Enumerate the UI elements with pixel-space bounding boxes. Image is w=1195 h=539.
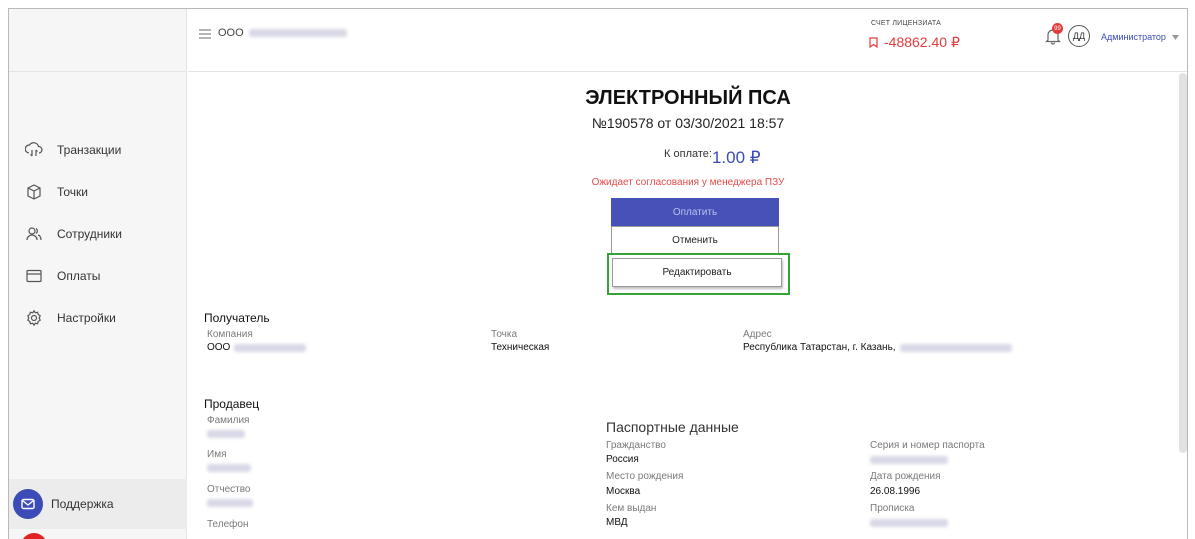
support-button[interactable]: Поддержка: [9, 479, 187, 529]
notification-badge: 99: [1052, 23, 1063, 34]
name-redacted: [207, 464, 251, 472]
sidebar: Транзакции Точки Сотрудники Оплаты Настр…: [9, 9, 187, 539]
point-label: Точка: [491, 329, 518, 340]
company-value-redacted: [234, 343, 307, 352]
user-menu[interactable]: Администратор: [1101, 32, 1179, 42]
main-content: ЭЛЕКТРОННЫЙ ПСА №190578 от 03/30/2021 18…: [188, 73, 1187, 539]
point-value: Техническая: [491, 342, 550, 353]
status-text: Ожидает согласования у менеджера ПЗУ: [591, 177, 785, 188]
passport-heading: Паспортные данные: [606, 419, 739, 435]
edit-button-highlight: Редактировать: [607, 253, 790, 295]
birthplace-value: Москва: [606, 486, 641, 497]
cancel-button[interactable]: Отменить: [611, 226, 779, 254]
surname-redacted: [207, 430, 245, 438]
bookmark-icon: [869, 37, 878, 48]
balance-value: -48862.40 ₽: [884, 34, 960, 50]
transactions-icon: [25, 141, 43, 159]
sidebar-item-payments[interactable]: Оплаты: [9, 255, 186, 297]
avatar[interactable]: ДД: [1068, 25, 1090, 47]
chevron-down-icon: [1171, 34, 1179, 40]
patronymic-label: Отчество: [207, 484, 251, 495]
sidebar-item-employees[interactable]: Сотрудники: [9, 213, 186, 255]
company-name-redacted: [248, 29, 347, 37]
issued-by-label: Кем выдан: [606, 503, 657, 514]
account-balance: -48862.40 ₽: [869, 34, 960, 51]
registration-label: Прописка: [870, 503, 915, 514]
account-label: СЧЕТ ЛИЦЕНЗИАТА: [871, 20, 941, 27]
sidebar-nav: Транзакции Точки Сотрудники Оплаты Настр…: [9, 129, 186, 339]
seller-heading: Продавец: [204, 397, 260, 411]
birthplace-label: Место рождения: [606, 471, 684, 482]
scrollbar[interactable]: [1179, 73, 1187, 453]
sidebar-item-label: Оплаты: [57, 269, 101, 283]
company-prefix: ООО: [218, 27, 244, 39]
passport-series-redacted: [870, 456, 948, 464]
card-icon: [25, 267, 43, 285]
sidebar-item-label: Настройки: [57, 311, 116, 325]
sidebar-item-points[interactable]: Точки: [9, 171, 186, 213]
amount-due: К оплате: 1.00 ₽: [188, 148, 1187, 167]
phone-label: Телефон: [207, 519, 249, 530]
support-label: Поддержка: [51, 497, 114, 511]
sidebar-item-label: Точки: [57, 185, 89, 199]
amount-label: К оплате:: [664, 148, 712, 160]
page-title: ЭЛЕКТРОННЫЙ ПСА: [585, 87, 791, 109]
company-name: ООО: [218, 27, 347, 39]
sidebar-item-label: Транзакции: [57, 143, 122, 157]
document-number: №190578 от 03/30/2021 18:57: [591, 115, 785, 131]
gear-icon: [25, 309, 43, 327]
passport-series-label: Серия и номер паспорта: [870, 440, 985, 451]
company-value: ООО: [207, 342, 307, 353]
menu-icon[interactable]: [198, 27, 212, 41]
pay-button[interactable]: Оплатить: [611, 198, 779, 226]
citizenship-label: Гражданство: [606, 440, 666, 451]
address-redacted: [899, 343, 1012, 352]
sidebar-item-transactions[interactable]: Транзакции: [9, 129, 186, 171]
name-label: Имя: [207, 449, 227, 460]
patronymic-redacted: [207, 499, 253, 507]
app-window: Транзакции Точки Сотрудники Оплаты Настр…: [8, 8, 1188, 539]
citizenship-value: Россия: [606, 454, 639, 465]
mail-icon: [13, 489, 43, 519]
issued-by-value: МВД: [606, 517, 628, 528]
address-text: Республика Татарстан, г. Казань,: [743, 342, 896, 353]
box-icon: [25, 183, 43, 201]
sidebar-item-settings[interactable]: Настройки: [9, 297, 186, 339]
users-icon: [25, 225, 43, 243]
surname-label: Фамилия: [207, 415, 250, 426]
birthdate-value: 26.08.1996: [870, 486, 921, 497]
edit-button[interactable]: Редактировать: [612, 258, 782, 287]
birthdate-label: Дата рождения: [870, 471, 941, 482]
amount-value: 1.00 ₽: [711, 148, 761, 167]
address-label: Адрес: [743, 329, 772, 340]
recipient-heading: Получатель: [204, 311, 270, 325]
company-label: Компания: [207, 329, 253, 340]
top-header: ООО СЧЕТ ЛИЦЕНЗИАТА -48862.40 ₽ 99 ДД Ад…: [188, 9, 1187, 72]
user-role: Администратор: [1101, 32, 1166, 42]
company-value-prefix: ООО: [207, 342, 231, 353]
address-value: Республика Татарстан, г. Казань,: [743, 342, 1012, 353]
registration-redacted: [870, 519, 948, 527]
sidebar-top: [9, 9, 186, 72]
sidebar-item-label: Сотрудники: [57, 227, 122, 241]
